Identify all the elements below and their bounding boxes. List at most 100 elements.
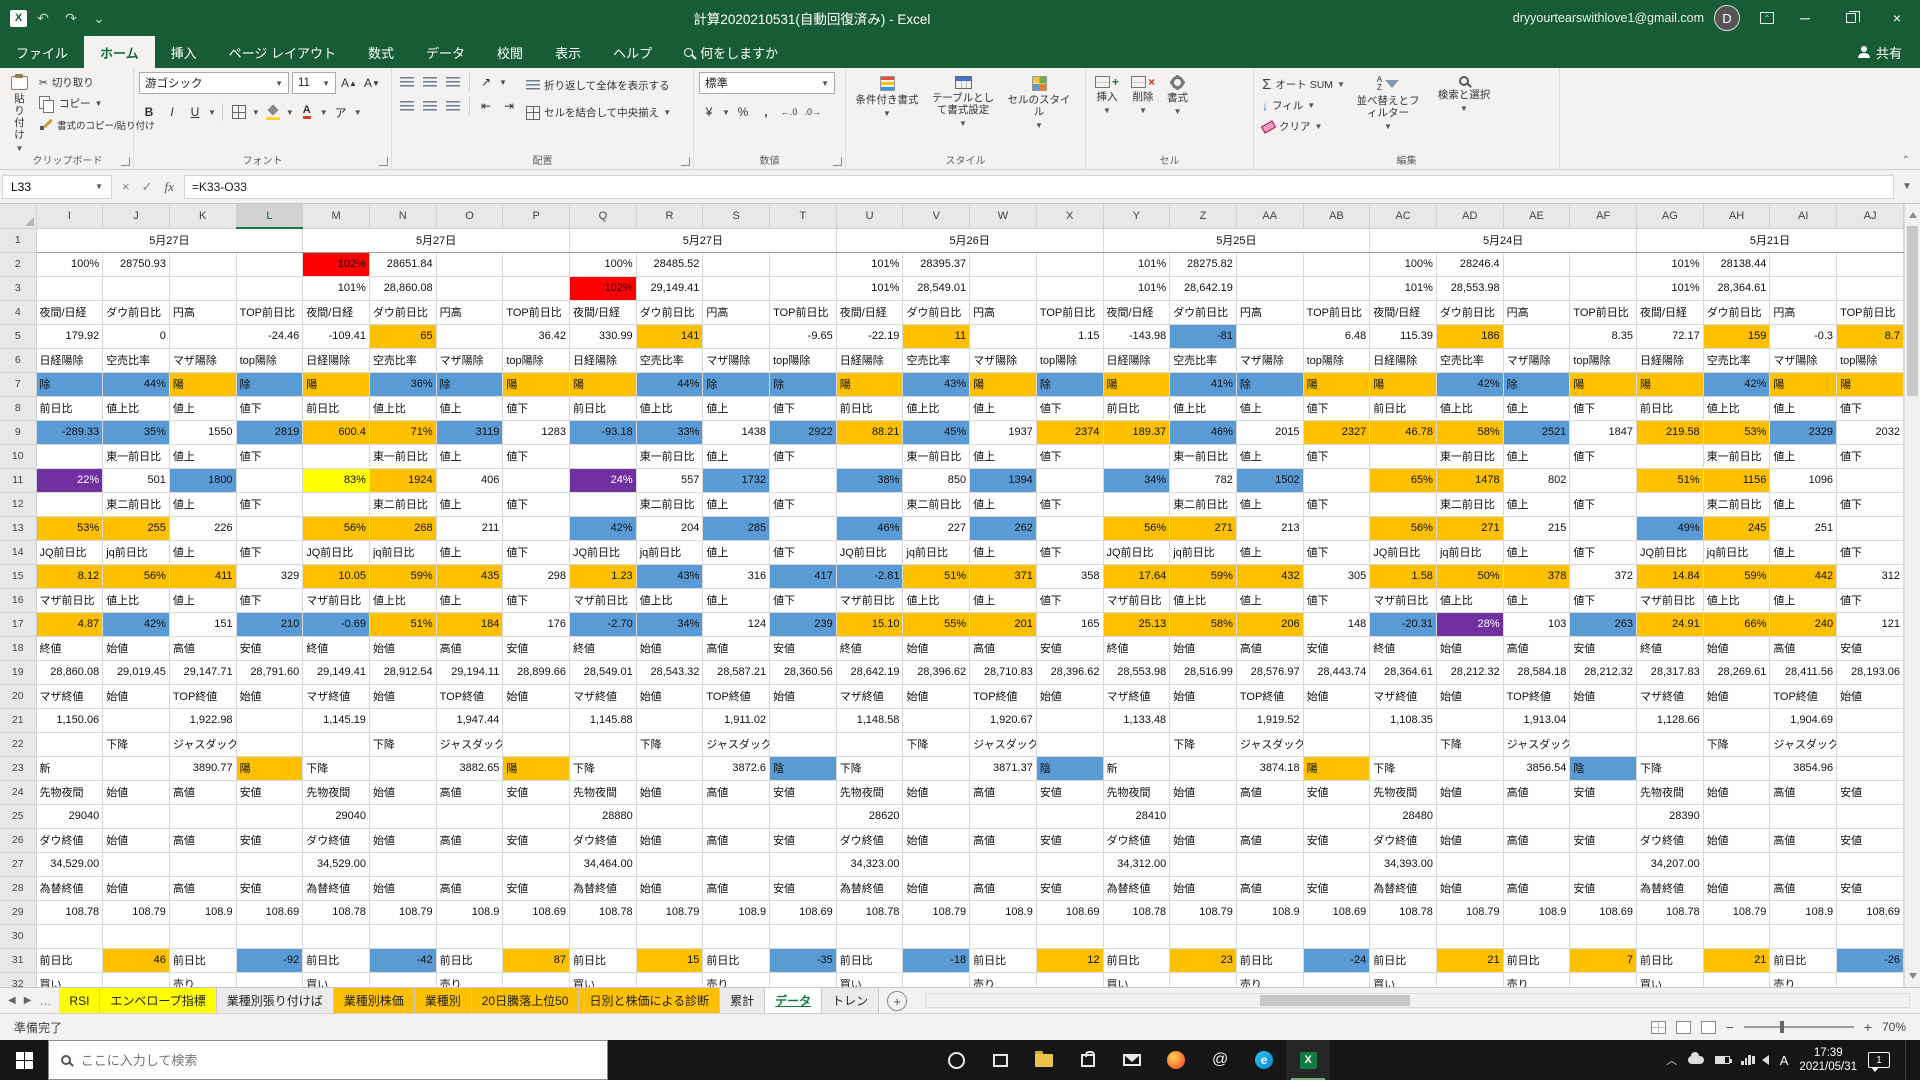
cell-X18[interactable]: 安値	[1036, 636, 1103, 660]
cell-S20[interactable]: TOP終値	[703, 684, 770, 708]
cell-P5[interactable]: 36.42	[503, 324, 570, 348]
align-top-button[interactable]	[397, 72, 417, 92]
cell-AC9[interactable]: 46.78	[1370, 420, 1437, 444]
cell-K21[interactable]: 1,922.98	[169, 708, 236, 732]
cell-AD23[interactable]	[1436, 756, 1503, 780]
cell-W20[interactable]: TOP終値	[970, 684, 1037, 708]
cell-N26[interactable]: 始値	[369, 828, 436, 852]
cell-J7[interactable]: 44%	[103, 372, 170, 396]
fill-button[interactable]: ↓フィル▼	[1259, 95, 1348, 116]
ribbon-tab-page-layout[interactable]: ページ レイアウト	[213, 36, 352, 68]
align-bottom-button[interactable]	[443, 72, 463, 92]
column-header-K[interactable]: K	[169, 204, 236, 228]
cell-AA23[interactable]: 3874.18	[1236, 756, 1303, 780]
cell-J3[interactable]	[103, 276, 170, 300]
cell-M28[interactable]: 為替終値	[303, 876, 370, 900]
cell-AC8[interactable]: 前日比	[1370, 396, 1437, 420]
cell-AI31[interactable]: 前日比	[1770, 948, 1837, 972]
cell-J17[interactable]: 42%	[103, 612, 170, 636]
cell-AH15[interactable]: 59%	[1703, 564, 1770, 588]
cell-Y14[interactable]: JQ前日比	[1103, 540, 1170, 564]
cell-AH29[interactable]: 108.79	[1703, 900, 1770, 924]
cell-AB20[interactable]: 始値	[1303, 684, 1370, 708]
fx-icon[interactable]: fx	[165, 179, 174, 195]
cell-V29[interactable]: 108.79	[903, 900, 970, 924]
cell-AI28[interactable]: 高値	[1770, 876, 1837, 900]
cell-AC3[interactable]: 101%	[1370, 276, 1437, 300]
cell-K12[interactable]: 値上	[169, 492, 236, 516]
cell-Q15[interactable]: 1.23	[570, 564, 637, 588]
merge-center-button[interactable]: セルを結合して中央揃え▼	[523, 102, 674, 123]
cell-W24[interactable]: 高値	[970, 780, 1037, 804]
cell-N9[interactable]: 71%	[369, 420, 436, 444]
sheet-tab-RSI[interactable]: RSI	[59, 988, 100, 1013]
cell-R28[interactable]: 始値	[636, 876, 703, 900]
cell-AE21[interactable]: 1,913.04	[1503, 708, 1570, 732]
cell-I16[interactable]: マザ前日比	[36, 588, 103, 612]
cell-AA30[interactable]	[1236, 924, 1303, 948]
font-name-select[interactable]: 游ゴシック▼	[139, 72, 289, 94]
cell-AB26[interactable]: 安値	[1303, 828, 1370, 852]
cell-AH2[interactable]: 28138.44	[1703, 252, 1770, 276]
account-email[interactable]: dryyourtearswithlove1@gmail.com	[1513, 11, 1704, 25]
cell-X6[interactable]: top陽除	[1036, 348, 1103, 372]
cell-M30[interactable]	[303, 924, 370, 948]
cell-AD8[interactable]: 値上比	[1436, 396, 1503, 420]
cell-AC1[interactable]: 5月24日	[1370, 228, 1637, 252]
percent-format-button[interactable]: %	[733, 102, 753, 122]
cell-Y20[interactable]: マザ終値	[1103, 684, 1170, 708]
cell-I24[interactable]: 先物夜間	[36, 780, 103, 804]
cell-W10[interactable]: 値上	[970, 444, 1037, 468]
cell-AB21[interactable]	[1303, 708, 1370, 732]
cell-V19[interactable]: 28,396.62	[903, 660, 970, 684]
cell-X29[interactable]: 108.69	[1036, 900, 1103, 924]
cell-R2[interactable]: 28485.52	[636, 252, 703, 276]
cell-Q6[interactable]: 日経陽除	[570, 348, 637, 372]
start-button[interactable]	[0, 1040, 48, 1080]
cell-AF21[interactable]	[1570, 708, 1637, 732]
cell-AB14[interactable]: 値下	[1303, 540, 1370, 564]
cell-AD20[interactable]: 始値	[1436, 684, 1503, 708]
cell-AF12[interactable]: 値下	[1570, 492, 1637, 516]
cell-Q30[interactable]	[570, 924, 637, 948]
cell-R7[interactable]: 44%	[636, 372, 703, 396]
cell-Y23[interactable]: 新	[1103, 756, 1170, 780]
cell-T17[interactable]: 239	[770, 612, 837, 636]
row-header-30[interactable]: 30	[0, 924, 36, 948]
cell-AA8[interactable]: 値上	[1236, 396, 1303, 420]
cell-Q19[interactable]: 28,549.01	[570, 660, 637, 684]
cell-AB18[interactable]: 安値	[1303, 636, 1370, 660]
cell-AG23[interactable]: 下降	[1637, 756, 1704, 780]
restore-button[interactable]	[1828, 0, 1874, 36]
cell-AB30[interactable]	[1303, 924, 1370, 948]
cell-N6[interactable]: 空売比率	[369, 348, 436, 372]
cell-AG22[interactable]	[1637, 732, 1704, 756]
wrap-text-button[interactable]: 折り返して全体を表示する	[523, 75, 674, 96]
row-header-21[interactable]: 21	[0, 708, 36, 732]
cell-O16[interactable]: 値上	[436, 588, 503, 612]
cell-V2[interactable]: 28395.37	[903, 252, 970, 276]
cell-W4[interactable]: 円高	[970, 300, 1037, 324]
column-header-I[interactable]: I	[36, 204, 103, 228]
cell-K4[interactable]: 円高	[169, 300, 236, 324]
cell-AJ24[interactable]: 安値	[1837, 780, 1904, 804]
cell-X5[interactable]: 1.15	[1036, 324, 1103, 348]
cell-AG13[interactable]: 49%	[1637, 516, 1704, 540]
cell-AI30[interactable]	[1770, 924, 1837, 948]
cell-AA32[interactable]: 売り	[1236, 972, 1303, 987]
cell-Y21[interactable]: 1,133.48	[1103, 708, 1170, 732]
cell-N24[interactable]: 始値	[369, 780, 436, 804]
cell-AD3[interactable]: 28,553.98	[1436, 276, 1503, 300]
cell-S15[interactable]: 316	[703, 564, 770, 588]
cell-X17[interactable]: 165	[1036, 612, 1103, 636]
cell-J2[interactable]: 28750.93	[103, 252, 170, 276]
cell-AF11[interactable]	[1570, 468, 1637, 492]
cell-O32[interactable]: 売り	[436, 972, 503, 987]
cell-U13[interactable]: 46%	[836, 516, 903, 540]
cell-N20[interactable]: 始値	[369, 684, 436, 708]
cell-AJ22[interactable]	[1837, 732, 1904, 756]
cell-AF20[interactable]: 始値	[1570, 684, 1637, 708]
cell-AG16[interactable]: マザ前日比	[1637, 588, 1704, 612]
cell-K26[interactable]: 高値	[169, 828, 236, 852]
cell-AC15[interactable]: 1.58	[1370, 564, 1437, 588]
